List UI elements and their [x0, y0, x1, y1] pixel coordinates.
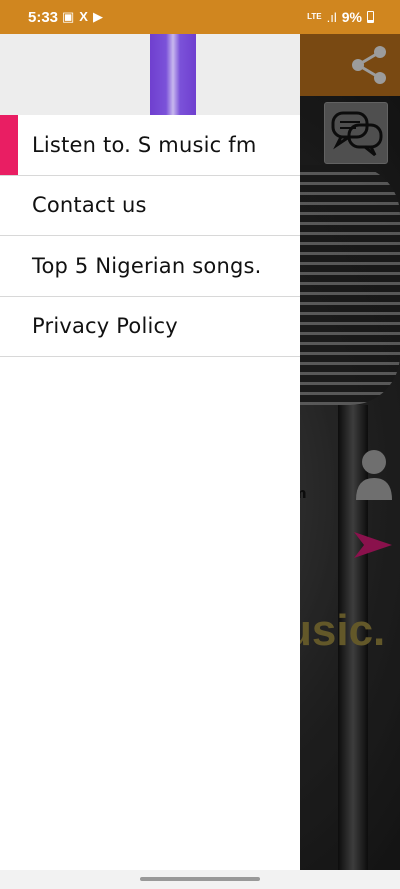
menu-item-listen[interactable]: Listen to. S music fm [0, 115, 300, 176]
active-indicator [0, 115, 18, 175]
menu-item-top5[interactable]: Top 5 Nigerian songs. [0, 236, 300, 297]
menu-item-privacy[interactable]: Privacy Policy [0, 297, 300, 357]
status-bar: 5:33 ▣ X ▶ LTE .ıl 9% [0, 0, 400, 34]
battery-icon [367, 11, 374, 23]
play-icon: ▶ [92, 9, 103, 24]
status-time: 5:33 [28, 9, 59, 26]
menu-item-contact[interactable]: Contact us [0, 176, 300, 236]
drawer-menu: Listen to. S music fm Contact us Top 5 N… [0, 115, 300, 357]
gallery-icon: ▣ [62, 9, 75, 24]
menu-item-label: Privacy Policy [32, 314, 178, 339]
x-icon: X [79, 9, 88, 24]
menu-item-label: Contact us [32, 193, 147, 218]
drawer-scrim[interactable] [300, 34, 400, 870]
battery-percent: 9% [341, 9, 362, 25]
notification-icons: ▣ X ▶ [62, 9, 103, 25]
navigation-drawer: Listen to. S music fm Contact us Top 5 N… [0, 34, 300, 870]
menu-item-label: Listen to. S music fm [32, 132, 257, 157]
header-stripe [150, 34, 196, 115]
network-type: LTE [307, 12, 322, 21]
system-nav-bar [0, 870, 400, 889]
home-gesture-handle[interactable] [140, 877, 260, 881]
drawer-header [0, 34, 300, 115]
menu-item-label: Top 5 Nigerian songs. [32, 253, 262, 278]
signal-icon: .ıl [326, 9, 337, 25]
system-icons: LTE .ıl 9% [307, 9, 374, 25]
